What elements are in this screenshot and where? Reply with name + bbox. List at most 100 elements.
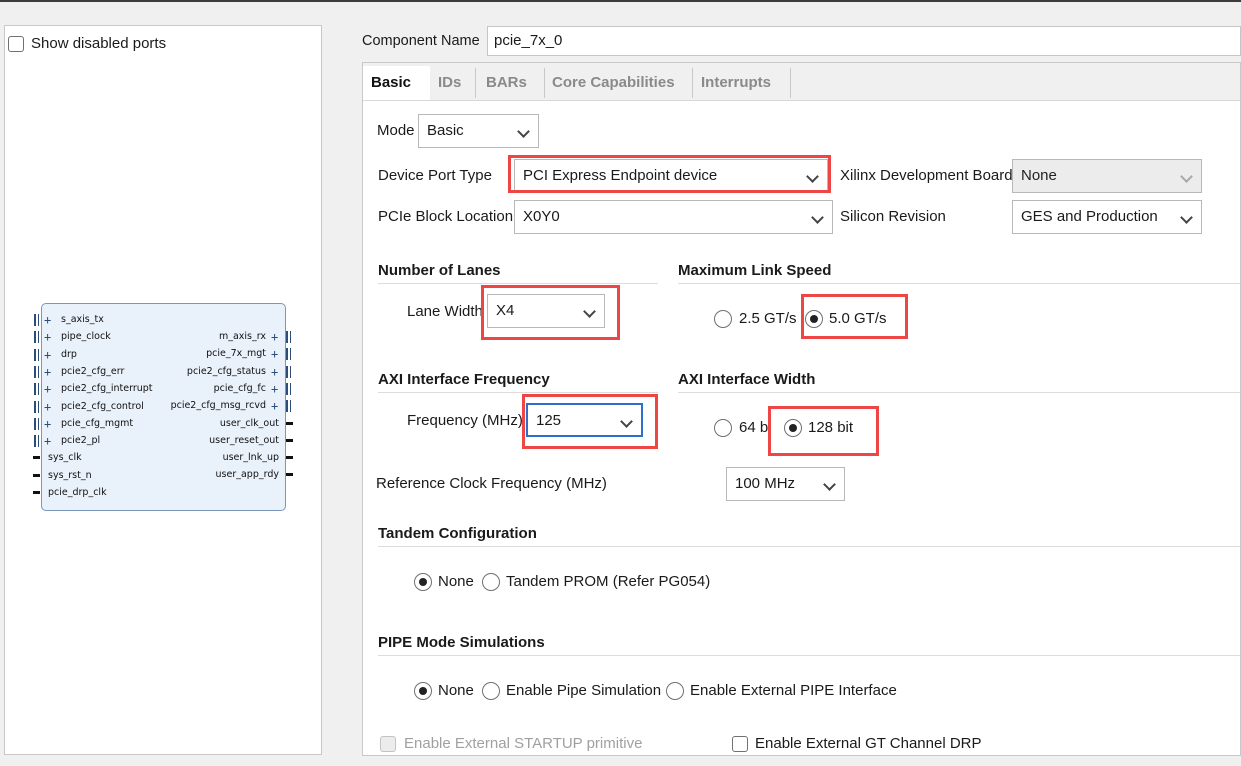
port-label: m_axis_rx [218,331,266,342]
bus-pin [34,331,36,344]
gt-channel-drp-checkbox[interactable] [732,736,748,752]
lanes-section-title: Number of Lanes [378,262,501,279]
expand-icon: + [44,313,52,327]
expand-icon: + [44,434,52,449]
pcie-block-location-select[interactable]: X0Y0 [514,200,833,234]
expand-icon: + [44,399,52,414]
port-label: sys_clk [48,452,82,464]
dev-board-value: None [1021,167,1057,184]
port-label: pcie_7x_mgt [206,348,266,360]
pipe-simulation-radio[interactable] [482,682,500,700]
ref-clock-value: 100 MHz [735,475,796,492]
axi-width-section-title: AXI Interface Width [678,371,816,388]
port-pin [33,491,40,494]
link-speed-2-5-label: 2.5 GT/s [739,310,797,327]
port-label: pcie2_cfg_err [61,365,125,377]
chevron-down-icon [583,305,596,318]
expand-icon: + [271,330,279,344]
expand-icon: + [44,364,52,379]
bus-pin [290,348,291,361]
axi-width-128-radio[interactable] [784,419,802,437]
port-label: user_lnk_up [222,452,279,464]
pipe-external-radio[interactable] [666,682,684,700]
chevron-down-icon [823,478,836,491]
port-label: pcie2_cfg_control [61,400,144,412]
lane-width-label: Lane Width [407,303,483,320]
bus-pin [38,383,39,396]
frequency-select[interactable]: 125 [526,403,643,437]
silicon-revision-select[interactable]: GES and Production [1012,200,1202,234]
pipe-external-label: Enable External PIPE Interface [690,682,897,699]
divider [378,392,658,393]
link-speed-2-5-radio[interactable] [714,310,732,328]
tandem-none-radio[interactable] [414,573,432,591]
tandem-prom-label: Tandem PROM (Refer PG054) [506,573,711,590]
tab-separator [475,68,476,98]
device-port-type-select[interactable]: PCI Express Endpoint device [514,159,828,193]
window-top-border [0,0,1241,2]
port-label: pcie_cfg_mgmt [61,417,134,429]
startup-primitive-label: Enable External STARTUP primitive [404,735,643,752]
chevron-down-icon [806,170,819,183]
link-speed-5-0-label: 5.0 GT/s [829,310,887,327]
tab-core-capabilities[interactable]: Core Capabilities [544,66,683,100]
axi-freq-section-title: AXI Interface Frequency [378,371,550,388]
dev-board-label: Xilinx Development Board [840,167,1013,184]
startup-primitive-checkbox[interactable] [380,736,396,752]
silicon-revision-label: Silicon Revision [840,208,946,225]
link-speed-5-0-radio[interactable] [805,310,823,328]
axi-width-64-radio[interactable] [714,419,732,437]
link-speed-section-title: Maximum Link Speed [678,262,832,279]
bus-pin [38,365,39,378]
port-label: pcie2_pl [61,435,101,447]
tab-basic[interactable]: Basic [363,66,430,100]
bus-pin [34,417,36,430]
bus-pin [286,365,288,378]
show-disabled-ports-label: Show disabled ports [31,35,167,52]
tab-bars[interactable]: BARs [478,66,535,100]
silicon-revision-value: GES and Production [1021,208,1158,225]
tab-interrupts[interactable]: Interrupts [693,66,779,100]
expand-icon: + [271,381,279,396]
gt-channel-drp-label: Enable External GT Channel DRP [755,735,982,752]
dev-board-select[interactable]: None [1012,159,1202,193]
pipe-section-title: PIPE Mode Simulations [378,634,545,651]
bus-pin [38,400,39,413]
port-label: pcie2_cfg_msg_rcvd [170,400,266,412]
show-disabled-ports-checkbox[interactable] [8,36,24,52]
port-label: drp [61,348,77,360]
port-pin [286,473,293,477]
device-port-type-label: Device Port Type [378,167,492,184]
expand-icon: + [44,330,52,345]
port-label: user_clk_out [219,417,279,429]
bus-pin [286,348,288,361]
bus-pin [286,331,288,343]
bus-pin [290,400,291,413]
bus-pin [34,400,36,413]
divider [678,283,1240,284]
port-label: user_app_rdy [215,469,280,481]
port-label: pcie2_cfg_interrupt [61,383,153,395]
pcie-block-location-value: X0Y0 [523,208,560,225]
lane-width-select[interactable]: X4 [487,294,605,328]
chevron-down-icon [620,415,633,428]
component-name-input[interactable]: pcie_7x_0 [487,26,1241,56]
bus-pin [38,435,39,448]
port-label: s_axis_tx [61,314,104,325]
port-label: pcie_cfg_fc [213,382,266,394]
bus-pin [38,331,39,344]
mode-label: Mode [377,122,415,139]
pipe-none-label: None [438,682,474,699]
frequency-label: Frequency (MHz) [407,412,523,429]
pipe-none-radio[interactable] [414,682,432,700]
port-pin [33,456,40,460]
tandem-prom-radio[interactable] [482,573,500,591]
port-label: sys_rst_n [48,469,92,481]
tab-ids[interactable]: IDs [430,66,469,100]
axi-width-128-label: 128 bit [808,419,854,436]
chevron-down-icon [517,125,530,138]
ref-clock-select[interactable]: 100 MHz [726,467,845,501]
bus-pin [38,417,39,430]
mode-select[interactable]: Basic [418,114,539,148]
port-label: pcie_drp_clk [48,487,107,498]
